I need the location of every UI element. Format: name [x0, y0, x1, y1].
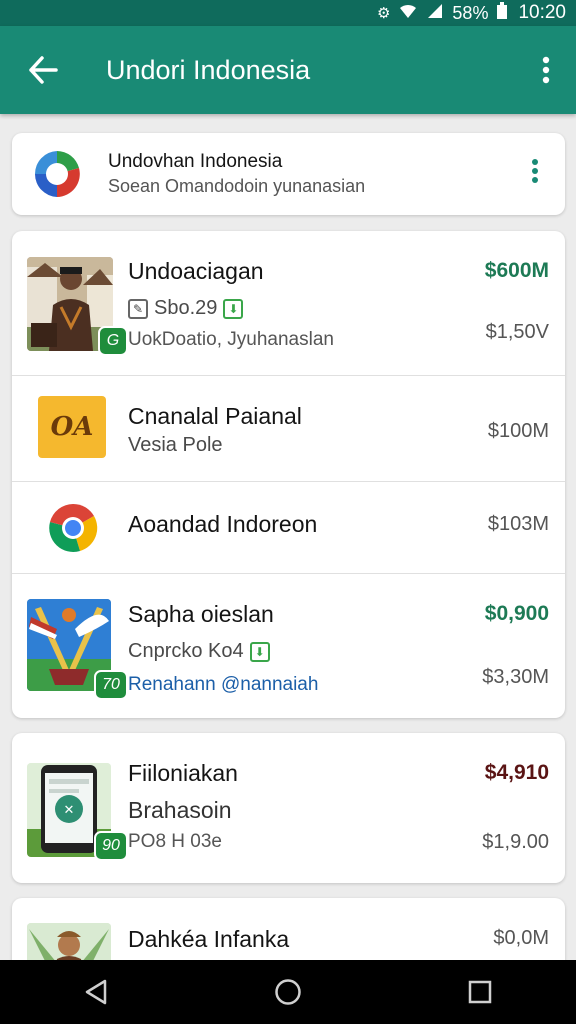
list-item[interactable]: Aoandad Indoreon $103M [12, 482, 565, 574]
brand-logo-icon [32, 149, 82, 199]
thumb-text: OA [50, 412, 94, 442]
circle-home-icon [275, 979, 301, 1005]
item-price: $103M [487, 513, 549, 535]
item-name: Sapha oieslan [128, 601, 274, 627]
clock: 10:20 [518, 2, 566, 23]
settings-icon: ⚙ [376, 5, 391, 22]
list-item[interactable]: 70 Sapha oieslan Cnprcko Ko4 ⬇ Renahann … [12, 574, 565, 718]
item-link[interactable]: Renahann @nannaiah [128, 674, 318, 696]
item-subtitle: Brahasoin [128, 797, 232, 823]
item-subtitle: Vesia Pole [128, 434, 223, 456]
header-subtitle: Soean Omandodoin yunanasian [108, 176, 366, 196]
item-subtitle: Sbo.29 [154, 297, 218, 319]
more-vert-icon [542, 56, 550, 84]
item-name: Dahkéa Infanka [128, 926, 290, 952]
item-price-highlight: $0,900 [484, 602, 549, 625]
download-icon: ⬇ [223, 298, 244, 319]
item-price: $1,9.00 [482, 831, 549, 853]
system-nav-bar [0, 960, 576, 1024]
list-item[interactable]: G Undoaciagan ✎ Sbo.29 ⬇ UokDoatio, Jyuh… [12, 231, 565, 376]
battery-icon [496, 2, 508, 24]
battery-percent: 58% [452, 2, 489, 23]
wifi-icon [398, 3, 418, 23]
square-recents-icon [468, 980, 492, 1004]
item-name: Undoaciagan [128, 258, 264, 284]
badge-icon: 70 [94, 670, 128, 700]
nav-back-button[interactable] [66, 962, 126, 1022]
signal-icon [426, 3, 444, 23]
edit-icon: ✎ [128, 298, 148, 319]
nav-home-button[interactable] [258, 962, 318, 1022]
item-subtitle: Cnprcko Ko4 [128, 640, 244, 662]
svg-text:✕: ✕ [64, 803, 75, 818]
list-item[interactable]: ✕ 90 Fiiloniakan Brahasoin PO8 H 03e $4,… [12, 733, 565, 883]
page-title: Undori Indonesia [106, 54, 311, 85]
item-name: Cnanalal Paianal [128, 403, 302, 429]
badge-icon: 90 [94, 831, 128, 861]
header-title: Undovhan Indonesia [108, 151, 283, 172]
header-more-button[interactable] [505, 158, 565, 191]
list-item[interactable]: OA Cnanalal Paianal Vesia Pole $100M [12, 376, 565, 482]
app-bar: Undori Indonesia [0, 26, 576, 114]
item-detail: UokDoatio, Jyuhanaslan [128, 329, 334, 350]
item-detail: PO8 H 03e [128, 831, 222, 852]
item-name: Fiiloniakan [128, 760, 238, 786]
item-price: $3,30M [482, 666, 549, 688]
overflow-menu-button[interactable] [516, 26, 576, 114]
nav-recents-button[interactable] [450, 962, 510, 1022]
header-card[interactable]: Undovhan Indonesia Soean Omandodoin yuna… [12, 133, 565, 215]
chrome-icon [47, 502, 99, 554]
status-bar: ⚙ 58% 10:20 [0, 0, 576, 26]
item-price-highlight: $600M [484, 259, 549, 282]
badge-icon: G [98, 326, 128, 356]
item-price-highlight: $4,910 [484, 761, 549, 784]
item-price: $1,50V [485, 321, 549, 343]
app-icon-thumbnail: OA [38, 396, 106, 458]
list-card: G Undoaciagan ✎ Sbo.29 ⬇ UokDoatio, Jyuh… [12, 231, 565, 718]
item-price: $0,0M [493, 927, 549, 949]
item-name: Aoandad Indoreon [128, 511, 318, 537]
more-vert-icon [532, 158, 538, 183]
download-icon: ⬇ [249, 641, 270, 662]
back-button[interactable] [0, 26, 86, 114]
list-card: ✕ 90 Fiiloniakan Brahasoin PO8 H 03e $4,… [12, 733, 565, 883]
arrow-left-icon [29, 56, 58, 84]
triangle-back-icon [85, 979, 107, 1005]
item-price: $100M [487, 420, 549, 442]
